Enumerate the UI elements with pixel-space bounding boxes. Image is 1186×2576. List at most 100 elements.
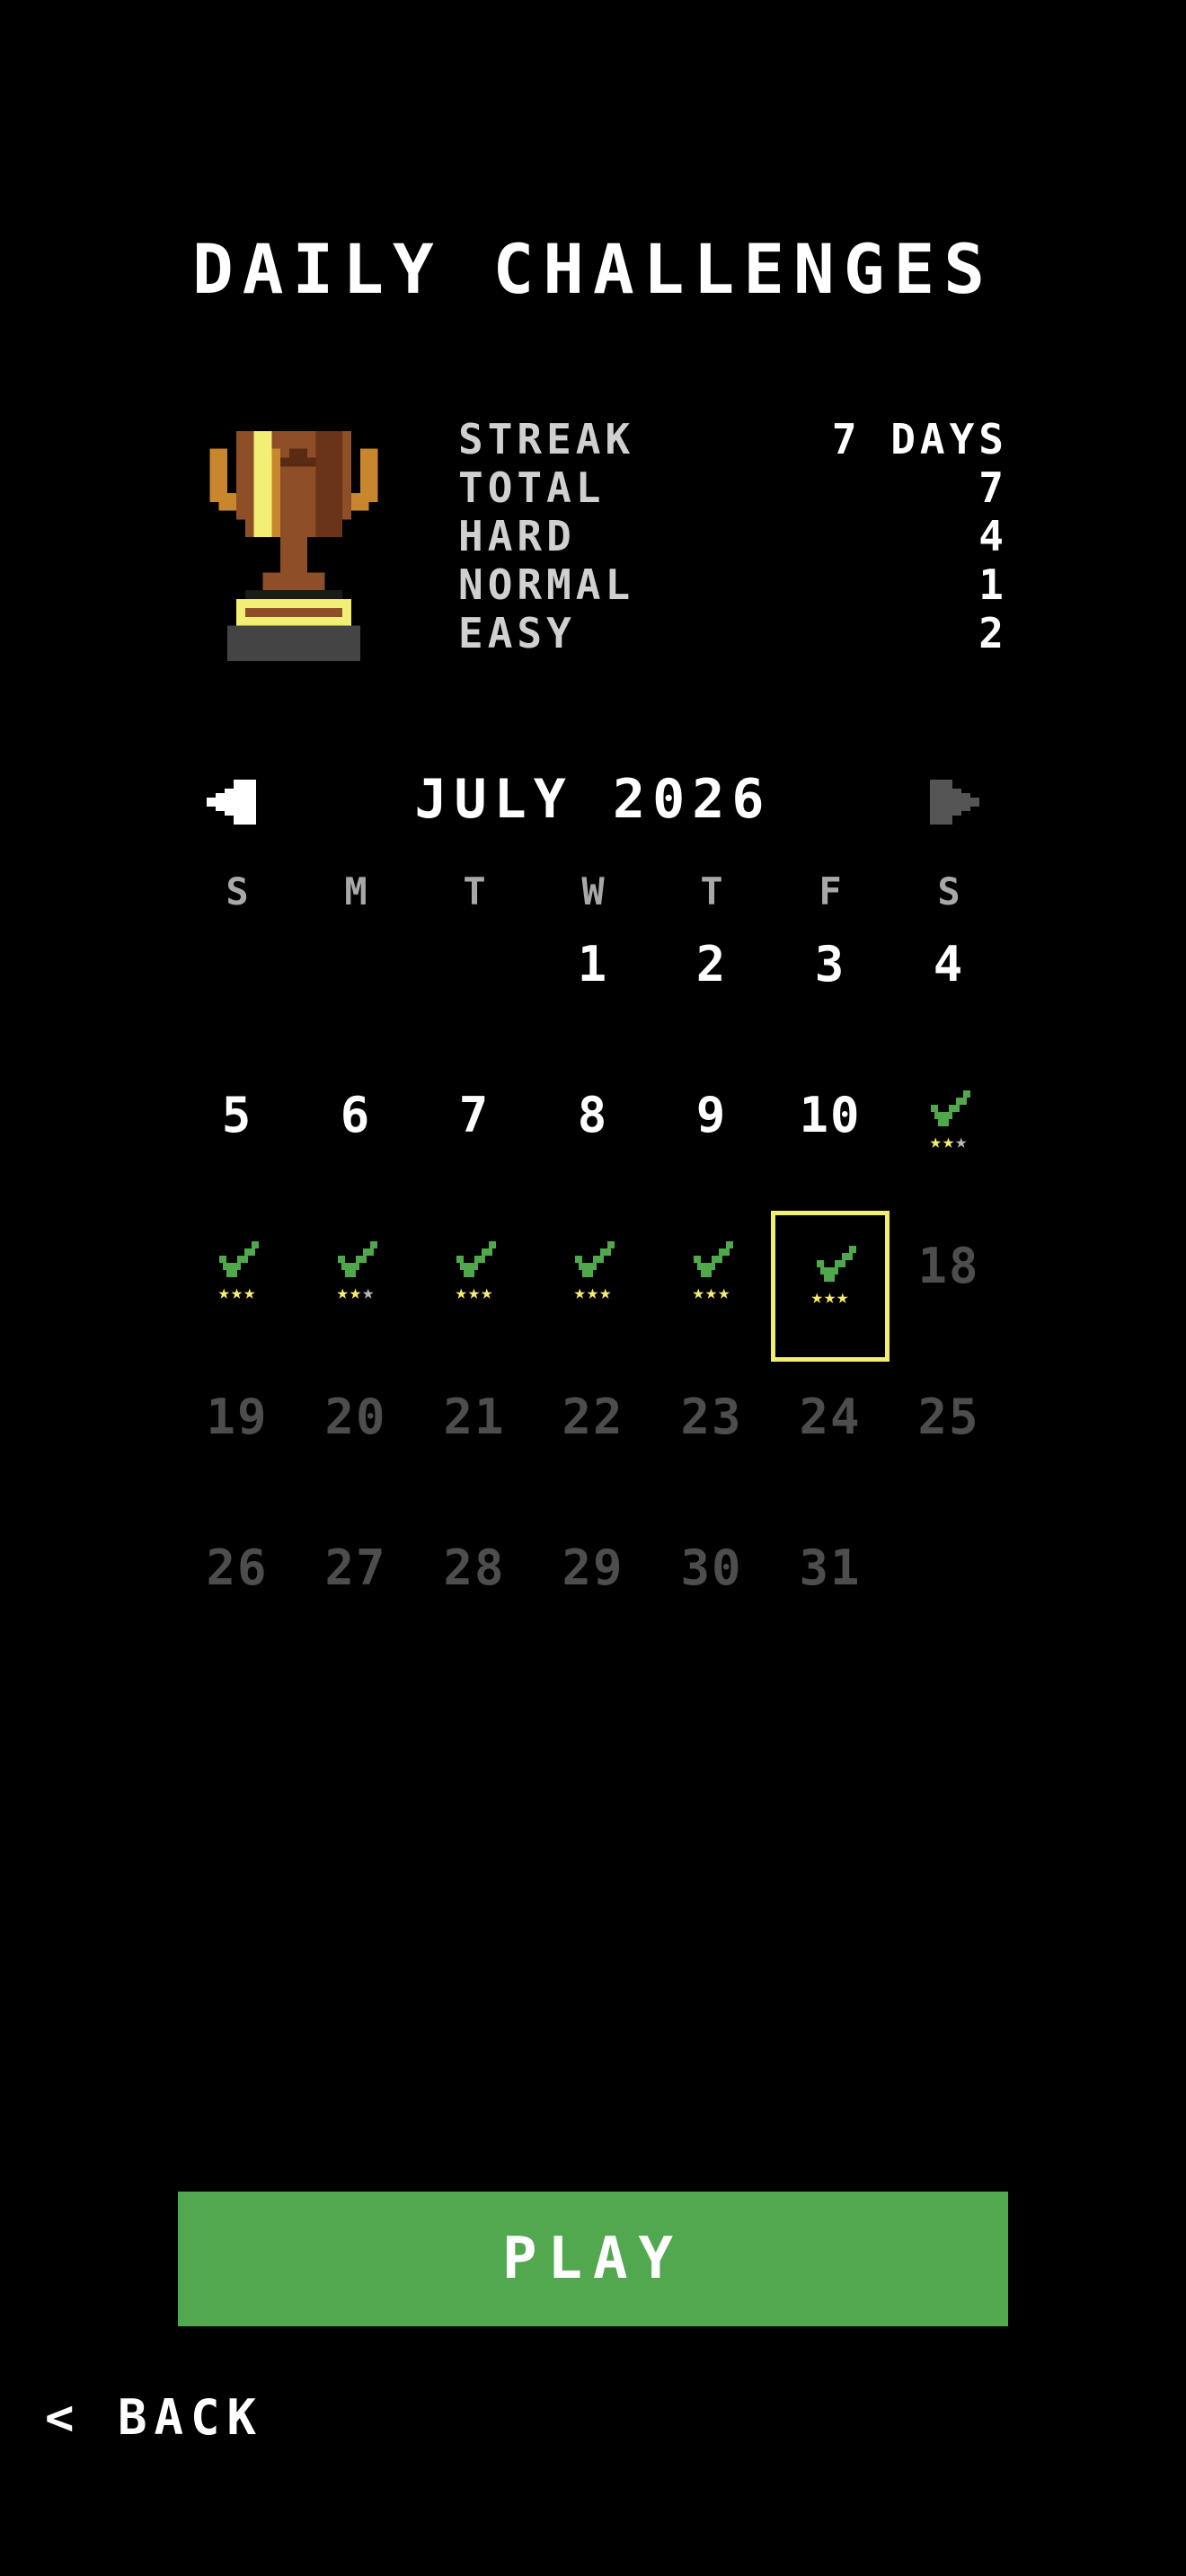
star-rating: ★★★: [178, 1281, 296, 1306]
stat-value: 4: [978, 512, 1008, 560]
day-number: 19: [206, 1389, 269, 1445]
stat-hard: HARD 4: [458, 512, 1008, 560]
weekday-label: T: [700, 869, 723, 913]
stat-value: 7: [978, 463, 1008, 512]
stat-label: STREAK: [458, 415, 635, 463]
day-number: 4: [933, 936, 965, 992]
calendar-day-2[interactable]: 2: [652, 909, 771, 1060]
weekday-label: F: [819, 869, 842, 913]
calendar-blank: [415, 909, 534, 1060]
star-filled-icon: ★: [217, 1282, 231, 1304]
star-filled-icon: ★: [455, 1282, 468, 1304]
stat-normal: NORMAL 1: [458, 560, 1008, 609]
calendar-day-13[interactable]: ★★★: [296, 1211, 415, 1362]
day-number: 23: [680, 1389, 743, 1445]
stat-label: HARD: [458, 512, 576, 560]
check-icon: [817, 1246, 856, 1282]
calendar-day-29: 29: [534, 1513, 652, 1663]
trophy-icon: [209, 431, 378, 661]
weekday-label: W: [581, 869, 605, 913]
next-month-button[interactable]: [925, 780, 979, 825]
star-filled-icon: ★: [692, 1282, 705, 1304]
star-filled-icon: ★: [467, 1282, 482, 1304]
check-icon: [219, 1241, 259, 1277]
stat-label: EASY: [458, 609, 576, 657]
calendar-day-30: 30: [652, 1513, 771, 1663]
calendar-day-17[interactable]: ★★★: [771, 1211, 890, 1362]
day-number: 25: [917, 1389, 980, 1445]
day-number: 20: [324, 1389, 387, 1445]
stat-total: TOTAL 7: [458, 463, 1008, 512]
calendar-day-18: 18: [890, 1211, 1008, 1362]
stat-label: NORMAL: [458, 560, 635, 609]
calendar-day-14[interactable]: ★★★: [415, 1211, 534, 1362]
calendar-day-5[interactable]: 5: [178, 1060, 296, 1211]
check-icon: [338, 1241, 377, 1277]
star-filled-icon: ★: [599, 1282, 613, 1304]
calendar-day-19: 19: [178, 1362, 296, 1513]
stat-label: TOTAL: [458, 463, 606, 512]
day-number: 8: [577, 1087, 609, 1143]
stat-value: 7 DAYS: [831, 415, 1008, 463]
calendar-day-1[interactable]: 1: [534, 909, 652, 1060]
star-filled-icon: ★: [349, 1282, 363, 1304]
day-number: 18: [917, 1238, 980, 1294]
weekday-header: S M T W T F S: [178, 869, 1008, 913]
weekday-label: T: [463, 869, 486, 913]
star-filled-icon: ★: [810, 1286, 824, 1309]
day-number: 29: [562, 1539, 624, 1596]
day-number: 10: [799, 1087, 862, 1143]
back-button[interactable]: < BACK: [45, 2389, 263, 2446]
calendar-day-12[interactable]: ★★★: [178, 1211, 296, 1362]
star-filled-icon: ★: [823, 1286, 837, 1309]
day-number: 7: [458, 1087, 491, 1143]
day-number: 2: [695, 936, 728, 992]
calendar-day-21: 21: [415, 1362, 534, 1513]
star-empty-icon: ★: [362, 1282, 376, 1304]
calendar-grid: 1 2 3 4 5 6 7 8 9 10 ★★★ ★★★ ★★★ ★★★ ★★★ ★★★ ★★★ 18 19 20 21…: [178, 909, 1008, 1663]
stats-panel: STREAK 7 DAYS TOTAL 7 HARD 4 NORMAL 1 EA…: [458, 415, 1008, 657]
calendar-day-7[interactable]: 7: [415, 1060, 534, 1211]
calendar-blank: [178, 909, 296, 1060]
day-number: 24: [799, 1389, 862, 1445]
day-number: 28: [443, 1539, 506, 1596]
star-filled-icon: ★: [929, 1131, 943, 1153]
calendar-day-3[interactable]: 3: [771, 909, 890, 1060]
calendar-day-4[interactable]: 4: [890, 909, 1008, 1060]
day-number: 3: [814, 936, 846, 992]
day-number: 5: [221, 1087, 253, 1143]
calendar-day-11[interactable]: ★★★: [890, 1060, 1008, 1211]
calendar-day-16[interactable]: ★★★: [652, 1211, 771, 1362]
star-rating: ★★★: [652, 1281, 771, 1306]
star-filled-icon: ★: [336, 1282, 350, 1304]
month-label: JULY 2026: [414, 768, 772, 831]
calendar-day-15[interactable]: ★★★: [534, 1211, 652, 1362]
month-navigator: JULY 2026: [198, 763, 988, 835]
day-number: 1: [577, 936, 609, 992]
star-rating: ★★★: [296, 1281, 415, 1306]
star-filled-icon: ★: [573, 1282, 587, 1304]
check-icon: [931, 1090, 970, 1126]
stat-value: 2: [978, 609, 1008, 657]
calendar-blank: [296, 909, 415, 1060]
play-button[interactable]: PLAY: [178, 2192, 1008, 2326]
stat-streak: STREAK 7 DAYS: [458, 415, 1008, 463]
calendar-day-20: 20: [296, 1362, 415, 1513]
calendar-day-10[interactable]: 10: [771, 1060, 890, 1211]
calendar-day-9[interactable]: 9: [652, 1060, 771, 1211]
calendar-day-6[interactable]: 6: [296, 1060, 415, 1211]
star-rating: ★★★: [890, 1130, 1008, 1155]
star-filled-icon: ★: [243, 1282, 257, 1304]
calendar-day-23: 23: [652, 1362, 771, 1513]
check-icon: [694, 1241, 733, 1277]
calendar-day-26: 26: [178, 1513, 296, 1663]
calendar-day-24: 24: [771, 1362, 890, 1513]
calendar-day-8[interactable]: 8: [534, 1060, 652, 1211]
calendar-day-25: 25: [890, 1362, 1008, 1513]
calendar-day-27: 27: [296, 1513, 415, 1663]
weekday-label: S: [937, 869, 960, 913]
star-filled-icon: ★: [481, 1282, 494, 1304]
star-filled-icon: ★: [586, 1282, 600, 1304]
day-number: 27: [324, 1539, 387, 1596]
star-empty-icon: ★: [955, 1131, 969, 1153]
